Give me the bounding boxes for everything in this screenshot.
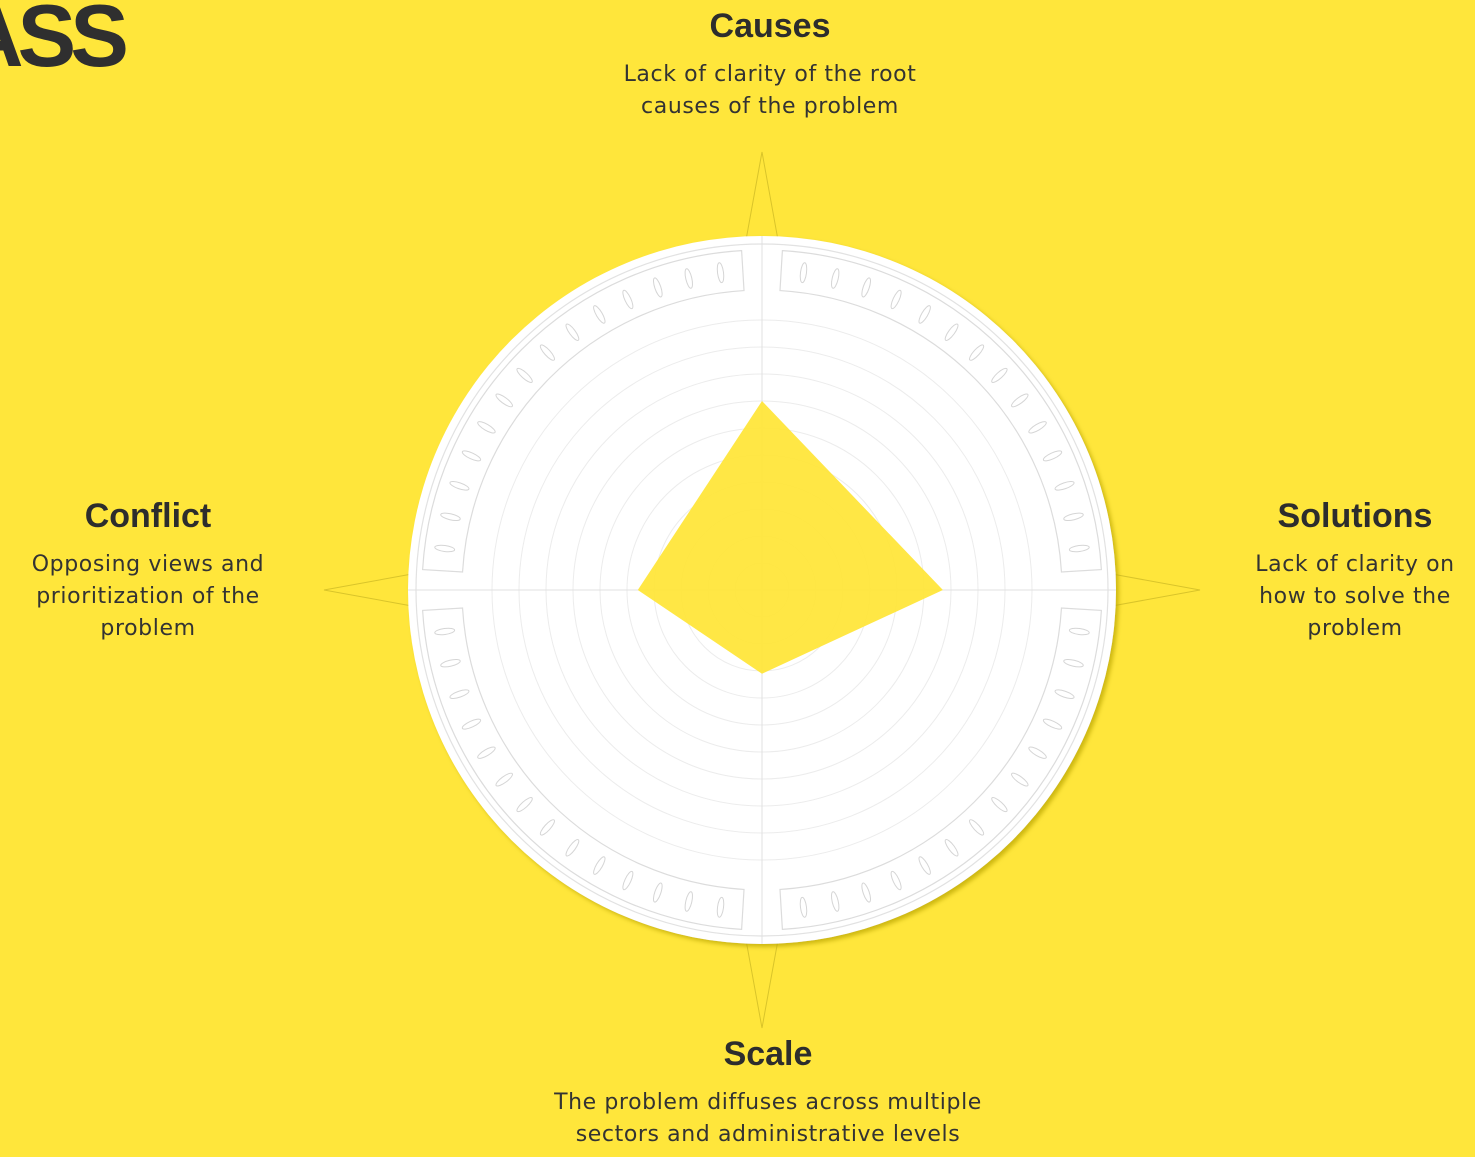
axis-conflict-title: Conflict <box>84 497 212 535</box>
axis-solutions-desc-line: Lack of clarity on <box>1255 552 1455 578</box>
axis-causes-desc-line: causes of the problem <box>641 94 899 120</box>
axis-solutions: Solutions Lack of clarity on how to solv… <box>1230 497 1475 645</box>
axis-conflict: Conflict Opposing views and prioritizati… <box>0 497 296 645</box>
axis-solutions-desc-line: how to solve the <box>1259 584 1451 610</box>
axis-conflict-desc-line: problem <box>100 616 196 642</box>
axis-causes-desc-line: Lack of clarity of the root <box>623 62 917 88</box>
axis-causes-title: Causes <box>709 7 831 45</box>
axis-scale-desc-line: sectors and administrative levels <box>575 1122 961 1148</box>
axis-conflict-desc-line: Opposing views and <box>31 552 265 578</box>
needle-north <box>745 151 779 241</box>
axis-conflict-desc: Opposing views and prioritization of the… <box>0 549 296 645</box>
axis-scale-title: Scale <box>723 1035 813 1073</box>
axis-causes-desc: Lack of clarity of the root causes of th… <box>560 59 980 123</box>
axis-scale-desc: The problem diffuses across multiple sec… <box>468 1087 1068 1151</box>
axis-conflict-desc-line: prioritization of the <box>36 584 260 610</box>
axis-causes: Causes Lack of clarity of the root cause… <box>560 7 980 123</box>
axis-solutions-title: Solutions <box>1277 497 1433 535</box>
axis-solutions-desc: Lack of clarity on how to solve the prob… <box>1230 549 1475 645</box>
needle-east <box>1111 573 1201 607</box>
axis-scale: Scale The problem diffuses across multip… <box>468 1035 1068 1151</box>
axis-scale-desc-line: The problem diffuses across multiple <box>554 1090 982 1116</box>
axis-solutions-desc-line: problem <box>1307 616 1403 642</box>
needle-west <box>323 573 413 607</box>
needle-south <box>745 939 779 1029</box>
